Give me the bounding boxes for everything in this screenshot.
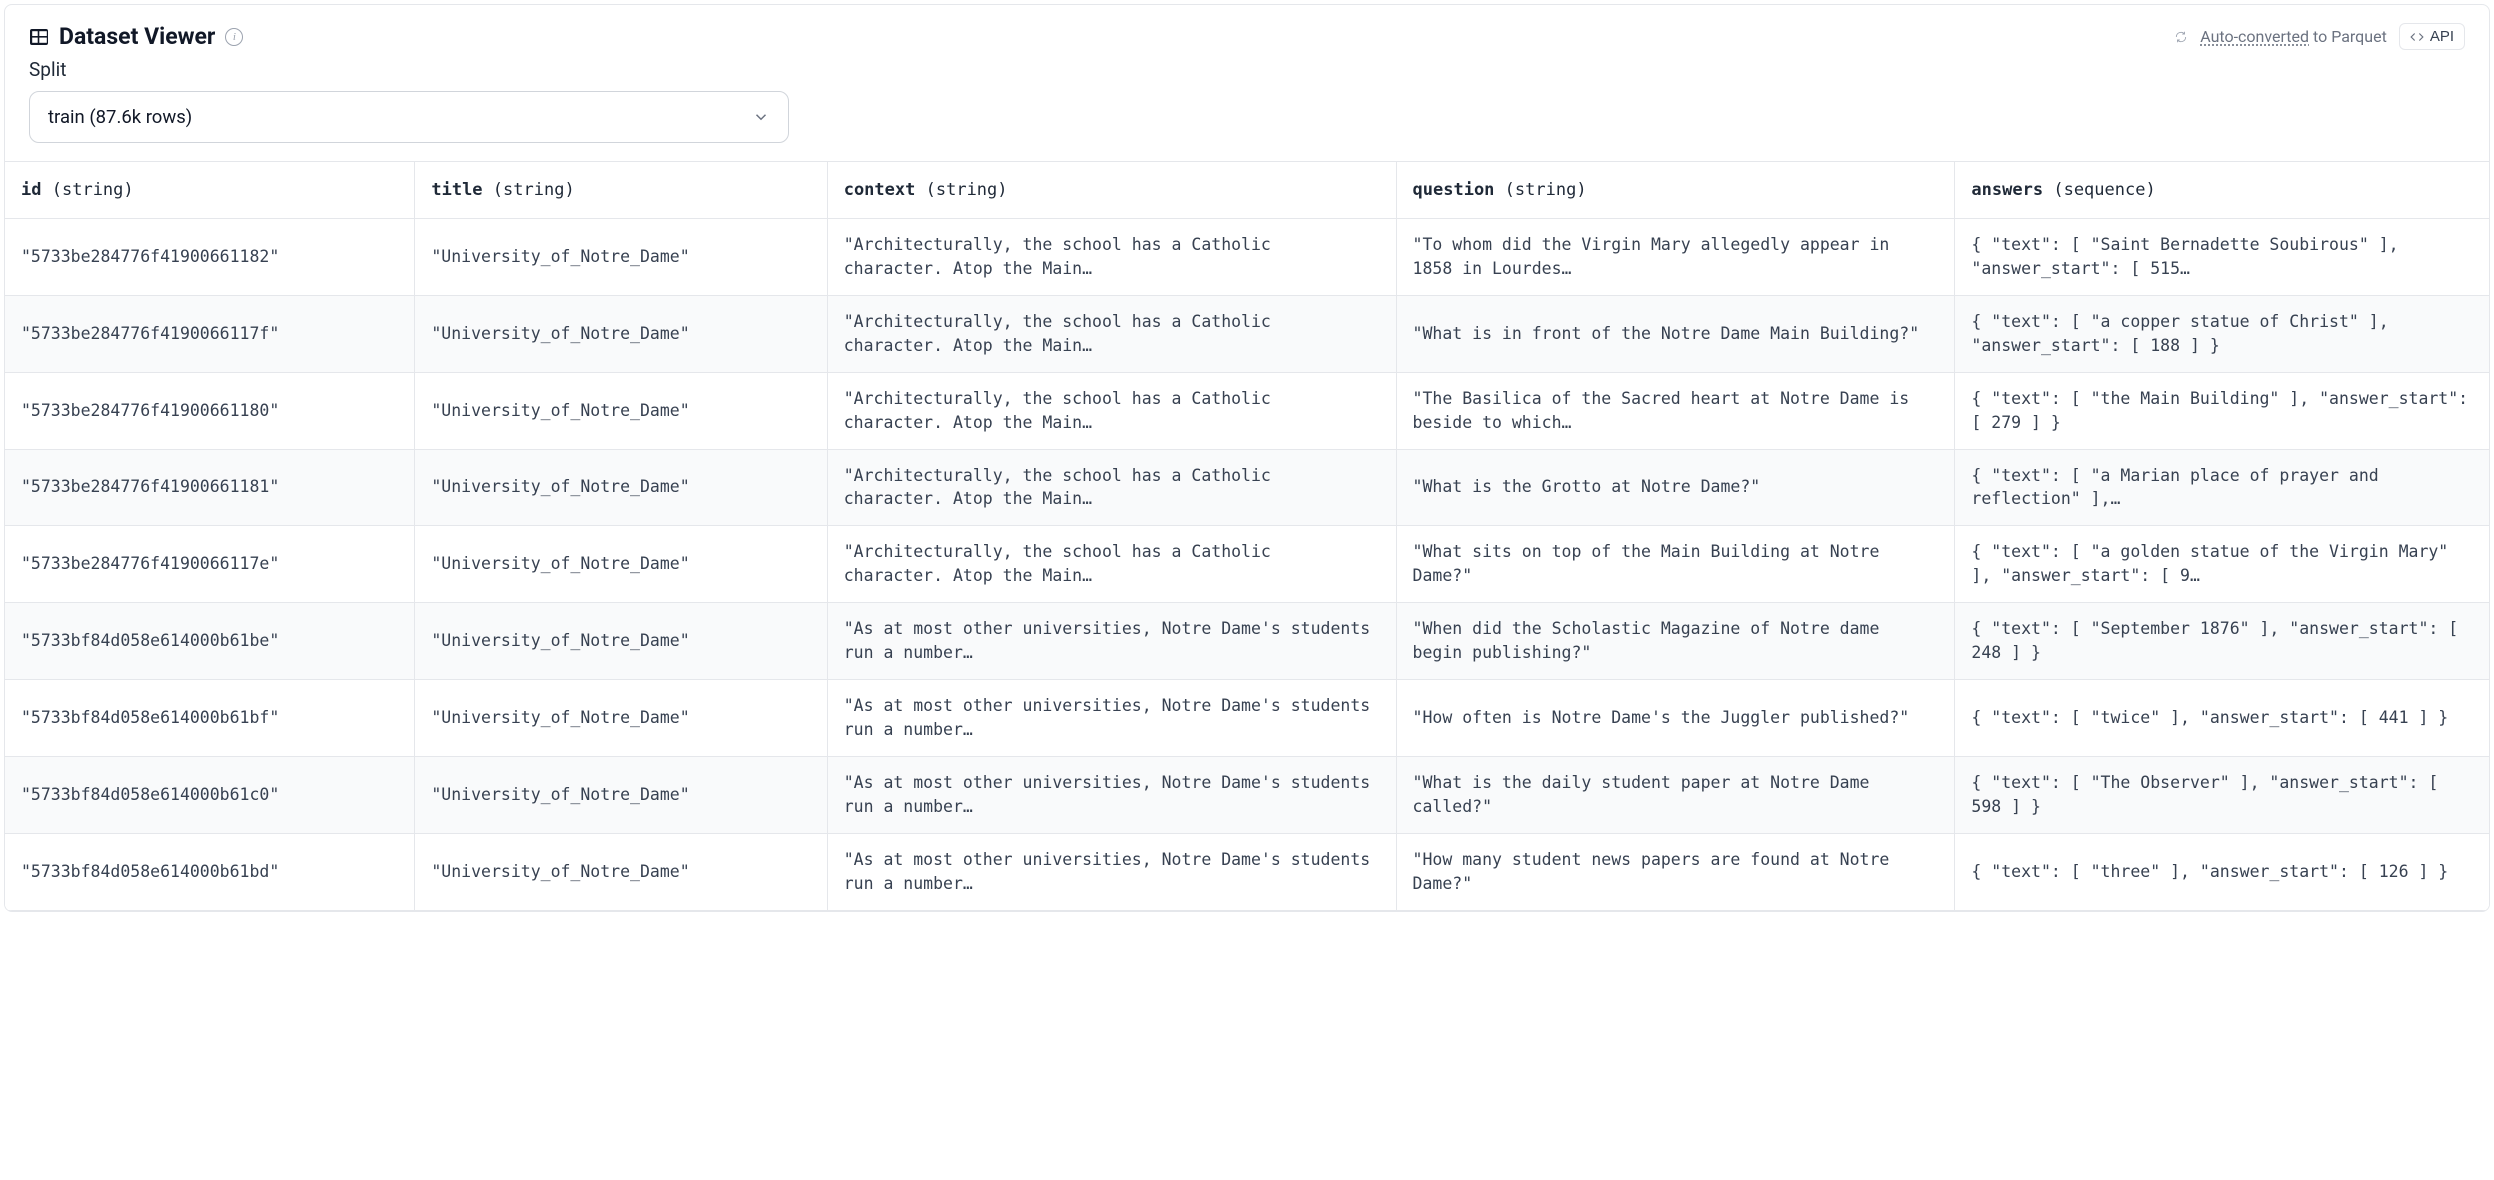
cell-title[interactable]: "University_of_Notre_Dame" [415,295,827,372]
cell-context[interactable]: "Architecturally, the school has a Catho… [827,449,1396,526]
cell-context[interactable]: "Architecturally, the school has a Catho… [827,219,1396,296]
auto-converted-text: Auto-converted to Parquet [2200,27,2387,46]
refresh-icon[interactable] [2174,30,2188,44]
cell-context[interactable]: "As at most other universities, Notre Da… [827,603,1396,680]
split-selected-value: train (87.6k rows) [48,106,192,128]
split-section: Split train (87.6k rows) [5,58,2489,161]
page-title: Dataset Viewer [59,23,215,50]
cell-answers[interactable]: { "text": [ "a copper statue of Christ" … [1955,295,2489,372]
cell-title[interactable]: "University_of_Notre_Dame" [415,680,827,757]
cell-title[interactable]: "University_of_Notre_Dame" [415,833,827,910]
api-button[interactable]: API [2399,23,2465,50]
cell-id[interactable]: "5733bf84d058e614000b61be" [5,603,415,680]
cell-answers[interactable]: { "text": [ "a Marian place of prayer an… [1955,449,2489,526]
cell-question[interactable]: "When did the Scholastic Magazine of Not… [1396,603,1955,680]
table-row[interactable]: "5733be284776f4190066117e""University_of… [5,526,2489,603]
column-header-title[interactable]: title (string) [415,162,827,219]
cell-id[interactable]: "5733be284776f41900661180" [5,372,415,449]
cell-answers[interactable]: { "text": [ "the Main Building" ], "answ… [1955,372,2489,449]
column-header-question[interactable]: question (string) [1396,162,1955,219]
cell-title[interactable]: "University_of_Notre_Dame" [415,219,827,296]
cell-context[interactable]: "Architecturally, the school has a Catho… [827,526,1396,603]
cell-question[interactable]: "To whom did the Virgin Mary allegedly a… [1396,219,1955,296]
cell-question[interactable]: "What is the Grotto at Notre Dame?" [1396,449,1955,526]
cell-question[interactable]: "What is the daily student paper at Notr… [1396,756,1955,833]
table-row[interactable]: "5733bf84d058e614000b61bd""University_of… [5,833,2489,910]
cell-id[interactable]: "5733be284776f4190066117f" [5,295,415,372]
cell-answers[interactable]: { "text": [ "twice" ], "answer_start": [… [1955,680,2489,757]
cell-id[interactable]: "5733be284776f4190066117e" [5,526,415,603]
table-icon [29,27,49,47]
table-row[interactable]: "5733be284776f41900661181""University_of… [5,449,2489,526]
to-parquet-label: to Parquet [2309,27,2387,46]
cell-id[interactable]: "5733bf84d058e614000b61bf" [5,680,415,757]
cell-context[interactable]: "Architecturally, the school has a Catho… [827,295,1396,372]
table-row[interactable]: "5733be284776f4190066117f""University_of… [5,295,2489,372]
cell-answers[interactable]: { "text": [ "The Observer" ], "answer_st… [1955,756,2489,833]
cell-question[interactable]: "The Basilica of the Sacred heart at Not… [1396,372,1955,449]
auto-converted-link[interactable]: Auto-converted [2200,27,2309,46]
cell-title[interactable]: "University_of_Notre_Dame" [415,526,827,603]
header-right: Auto-converted to Parquet API [2174,23,2465,50]
table-row[interactable]: "5733bf84d058e614000b61c0""University_of… [5,756,2489,833]
column-header-answers[interactable]: answers (sequence) [1955,162,2489,219]
cell-title[interactable]: "University_of_Notre_Dame" [415,372,827,449]
cell-answers[interactable]: { "text": [ "a golden statue of the Virg… [1955,526,2489,603]
header-left: Dataset Viewer i [29,23,243,50]
cell-id[interactable]: "5733be284776f41900661181" [5,449,415,526]
api-button-label: API [2430,28,2454,45]
cell-answers[interactable]: { "text": [ "three" ], "answer_start": [… [1955,833,2489,910]
split-dropdown[interactable]: train (87.6k rows) [29,91,789,143]
header-bar: Dataset Viewer i Auto-converted to Parqu… [5,5,2489,58]
cell-question[interactable]: "How often is Notre Dame's the Juggler p… [1396,680,1955,757]
cell-answers[interactable]: { "text": [ "Saint Bernadette Soubirous"… [1955,219,2489,296]
table-body: "5733be284776f41900661182""University_of… [5,219,2489,911]
table-row[interactable]: "5733bf84d058e614000b61bf""University_of… [5,680,2489,757]
table-row[interactable]: "5733be284776f41900661182""University_of… [5,219,2489,296]
cell-context[interactable]: "As at most other universities, Notre Da… [827,756,1396,833]
cell-question[interactable]: "How many student news papers are found … [1396,833,1955,910]
cell-id[interactable]: "5733bf84d058e614000b61bd" [5,833,415,910]
table-row[interactable]: "5733be284776f41900661180""University_of… [5,372,2489,449]
cell-context[interactable]: "Architecturally, the school has a Catho… [827,372,1396,449]
dataset-viewer-panel: Dataset Viewer i Auto-converted to Parqu… [4,4,2490,912]
cell-question[interactable]: "What sits on top of the Main Building a… [1396,526,1955,603]
cell-answers[interactable]: { "text": [ "September 1876" ], "answer_… [1955,603,2489,680]
code-icon [2410,30,2424,44]
column-header-id[interactable]: id (string) [5,162,415,219]
cell-question[interactable]: "What is in front of the Notre Dame Main… [1396,295,1955,372]
cell-title[interactable]: "University_of_Notre_Dame" [415,756,827,833]
cell-context[interactable]: "As at most other universities, Notre Da… [827,833,1396,910]
cell-title[interactable]: "University_of_Notre_Dame" [415,449,827,526]
cell-context[interactable]: "As at most other universities, Notre Da… [827,680,1396,757]
cell-title[interactable]: "University_of_Notre_Dame" [415,603,827,680]
cell-id[interactable]: "5733bf84d058e614000b61c0" [5,756,415,833]
column-header-context[interactable]: context (string) [827,162,1396,219]
info-icon[interactable]: i [225,28,243,46]
data-table: id (string) title (string) context (stri… [5,161,2489,911]
title-row: Dataset Viewer i [29,23,243,50]
chevron-down-icon [752,108,770,126]
cell-id[interactable]: "5733be284776f41900661182" [5,219,415,296]
table-row[interactable]: "5733bf84d058e614000b61be""University_of… [5,603,2489,680]
split-label: Split [29,58,2465,81]
table-header-row: id (string) title (string) context (stri… [5,162,2489,219]
